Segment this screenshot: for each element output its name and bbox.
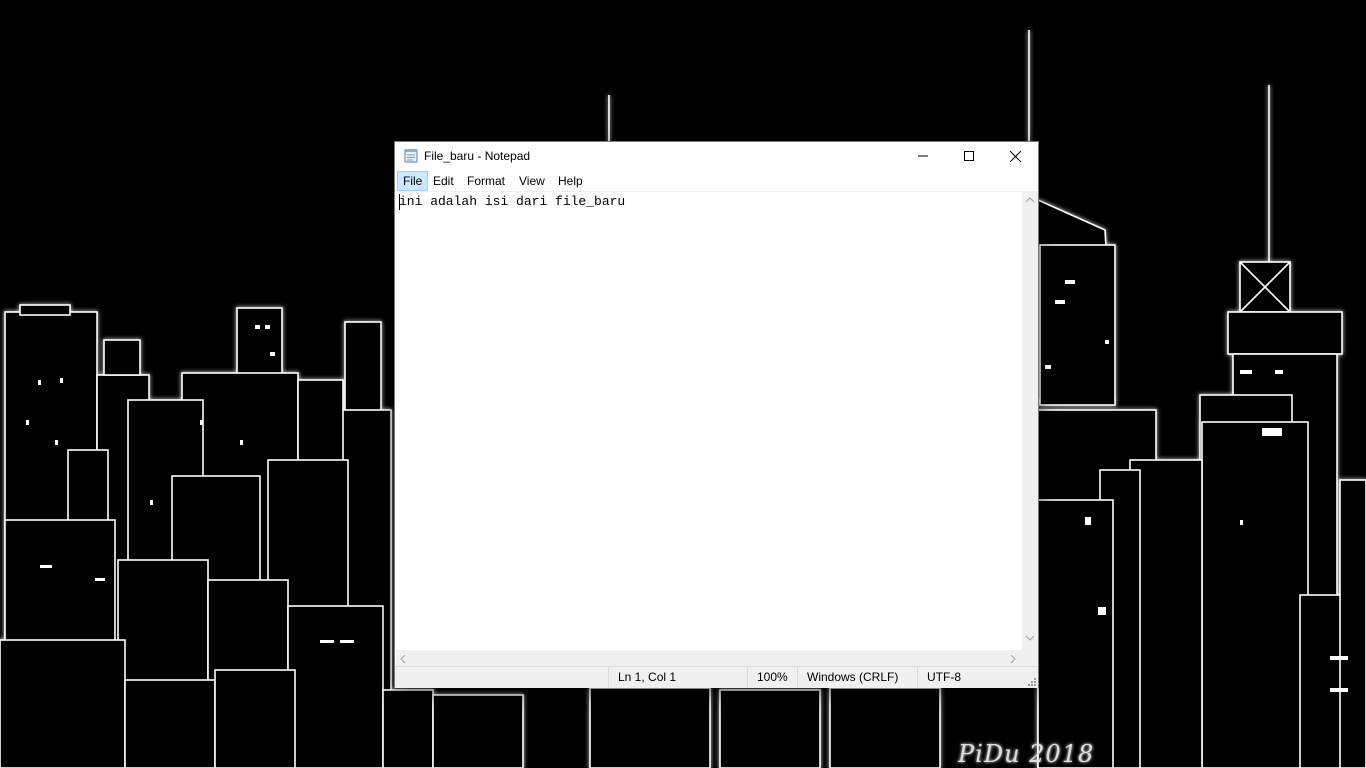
menu-help[interactable]: Help xyxy=(553,171,588,191)
status-encoding: UTF-8 xyxy=(917,667,1038,688)
close-icon xyxy=(1009,150,1021,162)
maximize-button[interactable] xyxy=(946,142,992,170)
vertical-scrollbar[interactable] xyxy=(1022,192,1038,650)
scroll-right-icon[interactable] xyxy=(1010,655,1016,663)
maximize-icon xyxy=(964,151,974,161)
text-editor[interactable]: ini adalah isi dari file_baru xyxy=(396,192,1022,650)
minimize-button[interactable] xyxy=(900,142,946,170)
wallpaper-signature: PiDu 2018 xyxy=(958,740,1095,768)
status-zoom: 100% xyxy=(747,667,797,688)
text-caret xyxy=(399,194,400,210)
resize-grip-icon[interactable] xyxy=(1026,676,1036,686)
scroll-left-icon[interactable] xyxy=(400,655,406,663)
minimize-icon xyxy=(918,155,928,157)
menu-view[interactable]: View xyxy=(514,171,550,191)
notepad-window: File_baru - Notepad File Edit Format Vie… xyxy=(395,142,1038,688)
window-title: File_baru - Notepad xyxy=(424,149,531,163)
close-button[interactable] xyxy=(992,142,1038,170)
status-line-ending: Windows (CRLF) xyxy=(797,667,917,688)
title-bar[interactable]: File_baru - Notepad xyxy=(395,142,1038,170)
horizontal-scrollbar[interactable] xyxy=(396,650,1022,667)
status-cursor-position: Ln 1, Col 1 xyxy=(608,667,747,688)
scroll-up-icon[interactable] xyxy=(1026,197,1034,203)
notepad-icon xyxy=(404,149,418,163)
scroll-down-icon[interactable] xyxy=(1026,635,1034,641)
menu-edit[interactable]: Edit xyxy=(428,171,459,191)
editor-content[interactable]: ini adalah isi dari file_baru xyxy=(399,194,625,209)
status-bar: Ln 1, Col 1 100% Windows (CRLF) UTF-8 xyxy=(395,666,1038,688)
menu-bar: File Edit Format View Help xyxy=(395,170,1038,192)
menu-format[interactable]: Format xyxy=(462,171,510,191)
scrollbar-corner xyxy=(1022,650,1038,667)
menu-file[interactable]: File xyxy=(397,171,429,191)
